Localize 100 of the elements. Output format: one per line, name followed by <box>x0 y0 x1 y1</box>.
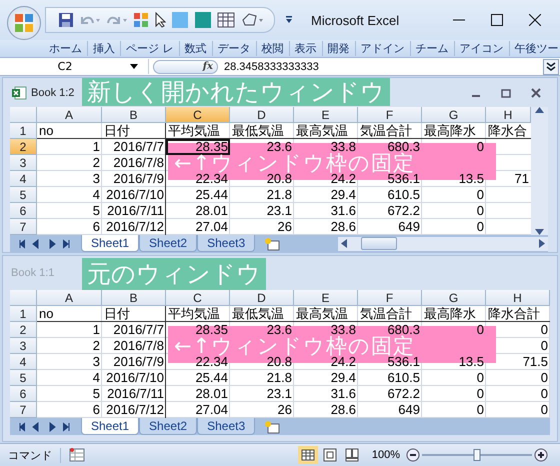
row-header[interactable]: 4 <box>10 171 37 187</box>
ribbon-tab[interactable]: ホーム <box>44 41 88 56</box>
new-sheet-icon[interactable] <box>263 236 282 250</box>
sheet-tab[interactable]: Sheet2 <box>139 418 198 435</box>
next-sheet-icon[interactable] <box>47 238 57 248</box>
square-icon[interactable] <box>194 11 212 29</box>
formula-field[interactable]: 28.3458333333333 <box>224 60 543 72</box>
table-cell-text: 0 <box>540 402 549 418</box>
ribbon-tab[interactable]: チーム <box>410 41 454 56</box>
previous-sheet-icon[interactable] <box>31 422 41 432</box>
zoom-in-icon[interactable] <box>534 448 548 462</box>
sheet-tab[interactable]: Sheet3 <box>197 235 256 252</box>
table-cell-text: 25.44 <box>194 187 229 203</box>
ribbon-tab[interactable]: 校閲 <box>256 41 290 56</box>
row-header[interactable]: 5 <box>10 187 37 203</box>
scroll-right-icon[interactable] <box>539 239 545 248</box>
previous-sheet-icon[interactable] <box>31 238 41 248</box>
save-icon[interactable] <box>58 12 74 28</box>
column-header[interactable]: G <box>422 107 486 123</box>
column-header[interactable]: D <box>230 290 294 306</box>
horizontal-scrollbar[interactable] <box>338 236 548 250</box>
row-header[interactable]: 3 <box>10 155 37 171</box>
scroll-up-icon[interactable] <box>535 107 544 113</box>
column-header[interactable]: B <box>102 107 166 123</box>
row-header[interactable]: 2 <box>10 322 37 338</box>
sheet-tab[interactable]: Sheet1 <box>81 418 140 435</box>
column-header[interactable]: A <box>37 107 102 123</box>
column-header[interactable]: G <box>422 290 486 306</box>
column-header[interactable]: E <box>294 290 358 306</box>
expand-icon[interactable] <box>543 58 559 74</box>
ribbon-tab[interactable]: アドイン <box>356 41 410 56</box>
ribbon-tab[interactable]: 開発 <box>322 41 356 56</box>
column-header[interactable]: H <box>486 107 531 123</box>
table-cell-text: 0 <box>476 322 485 338</box>
column-header[interactable]: E <box>294 107 358 123</box>
ribbon-tab[interactable]: データ <box>212 41 256 56</box>
shape-icon[interactable] <box>240 12 266 28</box>
row-header[interactable]: 4 <box>10 354 37 370</box>
ribbon-tab[interactable]: 挿入 <box>88 41 121 56</box>
customize-caret-icon[interactable] <box>285 16 293 24</box>
column-header[interactable]: D <box>230 107 294 123</box>
column-header[interactable]: F <box>358 290 422 306</box>
row-header[interactable]: 7 <box>10 402 37 418</box>
row-header[interactable]: 7 <box>10 219 37 235</box>
table-icon[interactable] <box>217 12 235 28</box>
table-cell-text: 0 <box>476 219 485 235</box>
zoom-out-icon[interactable] <box>406 448 420 462</box>
column-header[interactable]: C <box>166 290 230 306</box>
cursor-icon[interactable] <box>154 12 166 28</box>
window-title: Book 1:1 <box>11 267 54 279</box>
column-header[interactable]: B <box>102 290 166 306</box>
table-cell-text: 23.6 <box>266 139 293 154</box>
row-header[interactable]: 3 <box>10 338 37 354</box>
sheet-icon[interactable] <box>69 447 85 463</box>
row-header[interactable]: 2 <box>10 139 37 155</box>
table-cell-text: 1 <box>92 139 101 155</box>
table-cell-text: 27.04 <box>194 402 229 418</box>
row-header[interactable]: 6 <box>10 203 37 219</box>
column-header[interactable]: A <box>37 290 102 306</box>
row-header[interactable]: 1 <box>10 123 37 139</box>
insert-function-button[interactable]: fx <box>153 60 218 74</box>
zoom-level[interactable]: 100% <box>372 449 400 461</box>
table-cell-text: 気温合計 <box>359 306 413 322</box>
table-cell-text: 33.8 <box>330 322 357 337</box>
ribbon-tab[interactable]: アイコン <box>454 41 510 56</box>
ribbon-tab[interactable]: 午後ツー <box>510 41 560 56</box>
table-cell-text: 2 <box>92 338 101 354</box>
row-header[interactable]: 5 <box>10 370 37 386</box>
sheet-tab[interactable]: Sheet3 <box>197 418 256 435</box>
scroll-thumb[interactable] <box>361 237 397 250</box>
table-cell-text: 20.8 <box>266 354 292 370</box>
table-cell-text: 28.6 <box>330 402 357 418</box>
column-header[interactable]: F <box>358 107 422 123</box>
sheet-tab[interactable]: Sheet2 <box>139 235 198 252</box>
zoom-slider-thumb[interactable] <box>474 449 480 461</box>
table-cell-text: 4 <box>92 370 101 386</box>
ribbon-tab[interactable]: 表示 <box>290 41 322 56</box>
next-sheet-icon[interactable] <box>47 422 57 432</box>
sheet-tab[interactable]: Sheet1 <box>81 235 140 252</box>
column-header[interactable]: H <box>486 290 550 306</box>
column-header[interactable]: C <box>166 107 230 123</box>
scroll-left-icon[interactable] <box>341 239 347 248</box>
close-icon[interactable] <box>529 14 541 26</box>
row-header[interactable]: 6 <box>10 386 37 402</box>
table-cell-text: no <box>38 123 54 139</box>
office-button[interactable] <box>7 6 41 40</box>
table-cell-text: 4 <box>92 187 101 203</box>
table-cell-text: 2016/7/11 <box>106 203 165 219</box>
vertical-scrollbar[interactable] <box>531 107 548 235</box>
ribbon-tab[interactable]: 数式 <box>180 41 212 56</box>
table-cell-text: 降水合 <box>487 123 528 139</box>
restore-icon[interactable] <box>501 88 511 98</box>
normal-view-icon[interactable] <box>298 446 318 464</box>
table-cell-text: 0 <box>540 322 549 338</box>
maximize-icon[interactable] <box>491 14 503 26</box>
row-header[interactable]: 1 <box>10 306 37 322</box>
name-box[interactable]: C2 <box>0 59 149 74</box>
ribbon-tab[interactable]: ページ レ <box>121 41 180 56</box>
color-grid-icon[interactable] <box>133 12 149 28</box>
new-sheet-icon[interactable] <box>263 420 282 434</box>
